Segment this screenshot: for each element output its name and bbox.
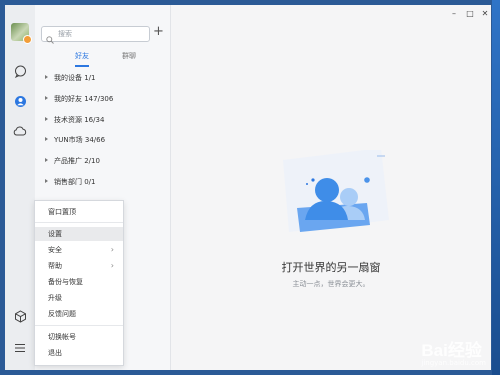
menu-item-switch-account[interactable]: 切换帐号 (35, 330, 123, 344)
expand-arrow-icon (45, 137, 48, 141)
tab-friends[interactable]: 好友 (75, 51, 89, 61)
welcome-title: 打开世界的另一扇窗 (281, 261, 381, 274)
minimize-button[interactable]: – (449, 9, 459, 19)
welcome-illustration (283, 150, 389, 232)
chevron-right-icon: › (110, 261, 114, 270)
menu-icon[interactable] (12, 340, 28, 356)
contacts-icon[interactable] (12, 93, 28, 109)
desktop-background (492, 0, 500, 375)
expand-arrow-icon (45, 158, 48, 162)
close-button[interactable]: ✕ (480, 9, 490, 19)
menu-item-feedback[interactable]: 反馈问题 (35, 307, 123, 321)
contact-group[interactable]: 产品推广 2/10 (45, 155, 100, 167)
chat-icon[interactable] (12, 63, 28, 79)
menu-item-label: 退出 (48, 349, 62, 357)
main-area: – □ ✕ 打开世界的另一扇窗 主动一点，世界会更大。 (171, 5, 491, 370)
expand-arrow-icon (45, 117, 48, 121)
menu-divider (35, 325, 123, 326)
expand-arrow-icon (45, 179, 48, 183)
add-button[interactable]: + (153, 25, 164, 39)
nav-rail (5, 5, 35, 370)
cloud-icon[interactable] (12, 123, 28, 139)
menu-item-pin-window[interactable]: 窗口置顶 (35, 205, 123, 219)
contact-group[interactable]: 技术资源 16/34 (45, 114, 104, 126)
menu-item-security[interactable]: 安全 › (35, 243, 123, 257)
menu-item-upgrade[interactable]: 升级 (35, 291, 123, 305)
search-icon (46, 29, 54, 48)
menu-divider (35, 222, 123, 223)
watermark-logo: Bai经验 (421, 341, 482, 360)
menu-item-backup[interactable]: 备份与恢复 (35, 275, 123, 289)
group-label: 我的好友 147/306 (54, 95, 114, 103)
app-window: 搜索 + 好友 群聊 我的设备 1/1 我的好友 147/306 技术资源 16… (5, 5, 491, 370)
tab-indicator (75, 65, 89, 67)
contact-group[interactable]: 销售部门 0/1 (45, 176, 96, 188)
menu-item-settings[interactable]: 设置 (35, 227, 123, 241)
expand-arrow-icon (45, 96, 48, 100)
group-label: 我的设备 1/1 (54, 74, 96, 82)
cube-icon[interactable] (12, 308, 28, 324)
menu-item-label: 备份与恢复 (48, 278, 83, 286)
contact-group[interactable]: 我的好友 147/306 (45, 93, 113, 105)
contact-group[interactable]: YUN市场 34/66 (45, 134, 105, 146)
search-placeholder: 搜索 (58, 30, 72, 38)
menu-item-label: 帮助 (48, 262, 62, 270)
menu-item-label: 安全 (48, 246, 62, 254)
chevron-right-icon: › (110, 245, 114, 254)
group-label: 产品推广 2/10 (54, 157, 100, 165)
group-label: 技术资源 16/34 (54, 116, 105, 124)
menu-item-label: 升级 (48, 294, 62, 302)
menu-item-help[interactable]: 帮助 › (35, 259, 123, 273)
contact-group[interactable]: 我的设备 1/1 (45, 72, 96, 84)
tab-groups[interactable]: 群聊 (122, 51, 136, 61)
group-label: YUN市场 34/66 (54, 136, 106, 144)
menu-item-label: 设置 (48, 230, 62, 238)
expand-arrow-icon (45, 75, 48, 79)
maximize-button[interactable]: □ (465, 9, 475, 19)
group-label: 销售部门 0/1 (54, 178, 96, 186)
welcome-subtitle: 主动一点，世界会更大。 (292, 280, 370, 288)
watermark: Bai经验 jingyan.baidu.com (421, 336, 486, 367)
watermark-url: jingyan.baidu.com (421, 359, 486, 367)
menu-item-label: 窗口置顶 (48, 208, 76, 216)
menu-item-exit[interactable]: 退出 (35, 346, 123, 360)
status-badge (23, 35, 32, 44)
search-input[interactable]: 搜索 (41, 26, 150, 44)
menu-item-label: 反馈问题 (48, 310, 76, 318)
menu-item-label: 切换帐号 (48, 333, 76, 341)
main-menu-popup: 窗口置顶 设置 安全 › 帮助 › 备份与恢复 升级 反馈问题 切换帐号 退出 (34, 200, 124, 366)
